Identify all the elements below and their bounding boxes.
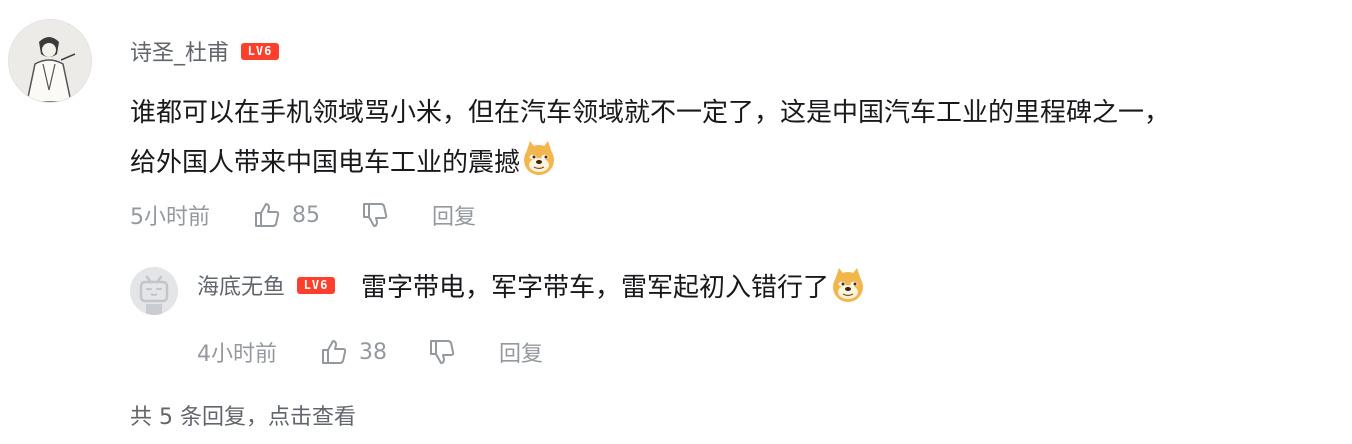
reply-reply-button[interactable]: 回复 xyxy=(499,336,543,368)
doge-emoji-icon xyxy=(829,266,867,304)
username[interactable]: 诗圣_杜甫 xyxy=(130,35,229,67)
dislike-icon[interactable] xyxy=(360,200,390,230)
reply-button[interactable]: 回复 xyxy=(432,199,476,231)
tv-mascot-icon xyxy=(130,267,178,315)
reply-text: 雷字带电，军字带车，雷军起初入错行了 xyxy=(361,272,830,303)
reply-user-avatar[interactable] xyxy=(130,267,178,315)
reply-dislike-icon[interactable] xyxy=(427,337,457,367)
comment-header: 诗圣_杜甫 LV6 xyxy=(130,35,280,67)
comment-time: 5小时前 xyxy=(130,205,210,230)
view-more-replies-link[interactable]: 共 5 条回复，点击查看 xyxy=(130,399,356,431)
reply-level-badge: LV6 xyxy=(297,276,336,294)
reply-username[interactable]: 海底无鱼 xyxy=(197,269,285,301)
reply-like-icon[interactable] xyxy=(319,337,349,367)
comment-text: 谁都可以在手机领域骂小米，但在汽车领域就不一定了，这是中国汽车工业的里程碑之一，… xyxy=(130,88,1340,188)
comment-text-line-2-text: 给外国人带来中国电车工业的震撼 xyxy=(130,148,521,178)
comment-text-line-2: 给外国人带来中国电车工业的震撼 xyxy=(130,138,1340,188)
reply-time: 4小时前 xyxy=(197,342,277,367)
poet-portrait-icon xyxy=(9,20,91,102)
reply-meta: 4小时前 38 回复 xyxy=(197,336,543,368)
like-count: 85 xyxy=(292,202,320,228)
doge-emoji-icon xyxy=(520,139,558,177)
user-avatar[interactable] xyxy=(8,19,92,103)
reply-body: 海底无鱼 LV6 雷字带电，军字带车，雷军起初入错行了 xyxy=(197,266,867,304)
level-badge: LV6 xyxy=(241,42,280,60)
comment-meta: 5小时前 85 回复 xyxy=(130,199,476,231)
like-icon[interactable] xyxy=(252,200,282,230)
reply-like-count: 38 xyxy=(359,339,387,365)
comment-text-line-1: 谁都可以在手机领域骂小米，但在汽车领域就不一定了，这是中国汽车工业的里程碑之一， xyxy=(130,98,1171,128)
